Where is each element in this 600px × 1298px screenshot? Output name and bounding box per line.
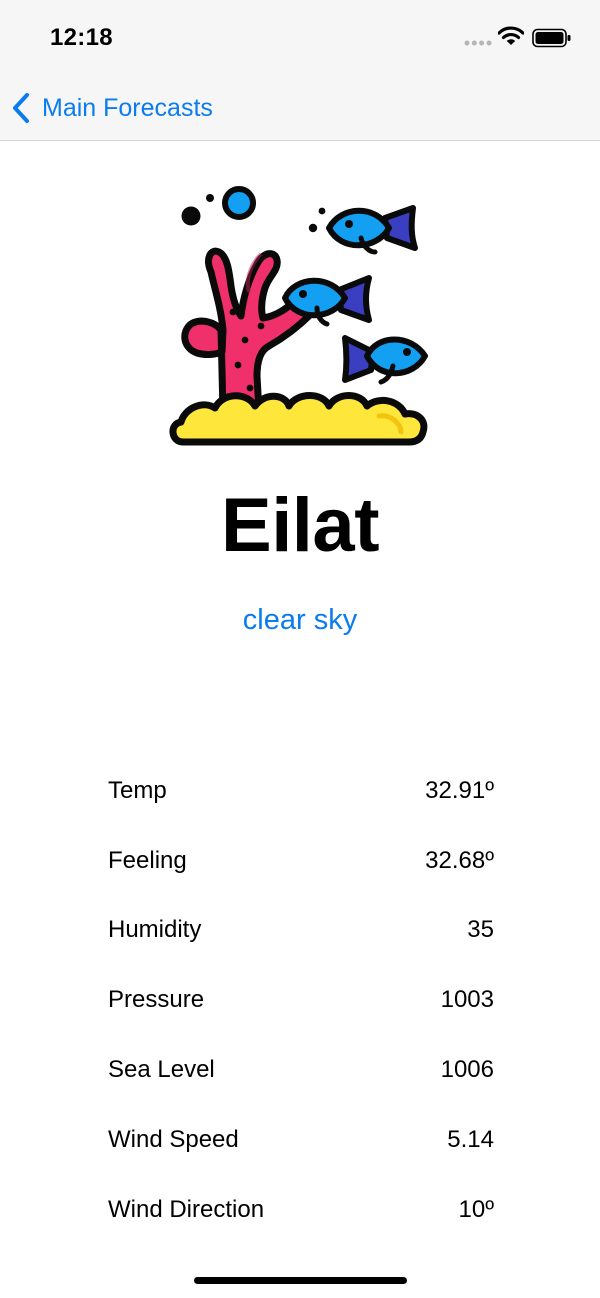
status-bar: 12:18 <box>0 0 600 74</box>
stat-value: 32.91º <box>425 776 494 804</box>
stat-label: Feeling <box>108 846 187 874</box>
stat-value: 32.68º <box>425 846 494 874</box>
stat-label: Temp <box>108 776 167 804</box>
wifi-icon <box>498 26 524 45</box>
stat-row-sea-level: Sea Level 1006 <box>108 1035 494 1105</box>
back-button-label: Main Forecasts <box>42 93 213 122</box>
stat-value: 5.14 <box>447 1125 494 1153</box>
stat-row-feeling: Feeling 32.68º <box>108 826 494 896</box>
stat-row-wind-direction: Wind Direction 10º <box>108 1175 494 1245</box>
cellular-signal-icon <box>464 40 492 46</box>
stat-value: 10º <box>458 1195 494 1223</box>
status-time: 12:18 <box>50 24 113 51</box>
back-button[interactable]: Main Forecasts <box>10 88 213 128</box>
stat-label: Wind Direction <box>108 1195 265 1223</box>
stat-value: 1003 <box>440 986 494 1014</box>
stat-label: Sea Level <box>108 1056 215 1084</box>
stat-row-humidity: Humidity 35 <box>108 896 494 966</box>
stat-label: Pressure <box>108 986 205 1014</box>
chevron-left-icon <box>13 93 29 123</box>
stat-label: Humidity <box>108 916 202 944</box>
coral-reef-fish-icon <box>169 186 428 446</box>
stat-label: Wind Speed <box>108 1125 239 1153</box>
home-indicator[interactable] <box>194 1277 407 1284</box>
city-name: Eilat <box>221 483 380 568</box>
weather-stats-list: Temp 32.91º Feeling 32.68º Humidity 35 P… <box>108 756 494 1245</box>
stat-row-pressure: Pressure 1003 <box>108 965 494 1035</box>
navigation-bar: Main Forecasts <box>0 74 600 141</box>
stat-row-temp: Temp 32.91º <box>108 756 494 826</box>
stat-value: 35 <box>467 916 494 944</box>
weather-condition: clear sky <box>242 604 358 636</box>
screen: 12:18 Main Forecasts Eilat clear sky Tem… <box>0 0 600 1298</box>
stat-row-wind-speed: Wind Speed 5.14 <box>108 1105 494 1175</box>
stat-value: 1006 <box>440 1056 494 1084</box>
battery-icon <box>532 28 571 48</box>
